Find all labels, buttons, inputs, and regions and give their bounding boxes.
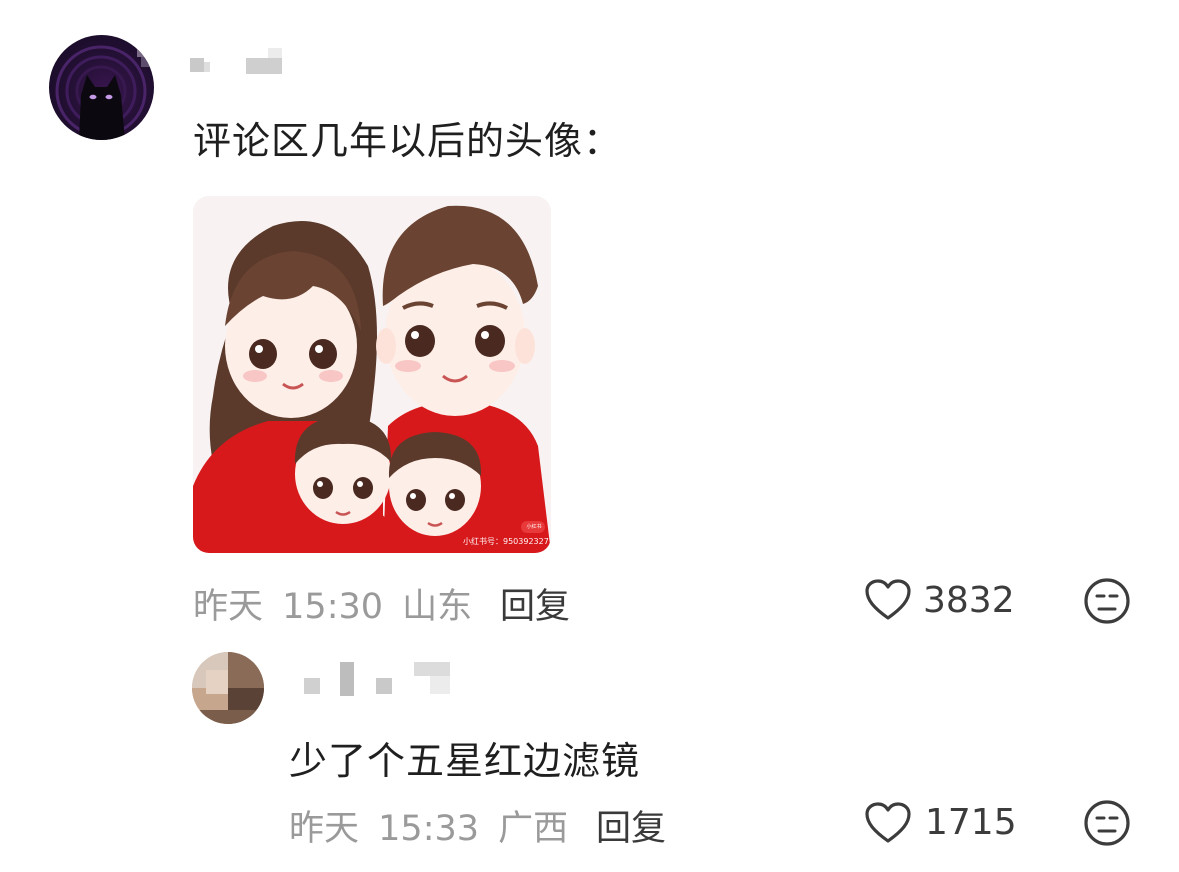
reply-date: 昨天 <box>289 809 360 849</box>
comment-text: 评论区几年以后的头像： <box>193 119 623 163</box>
reply-meta: 昨天 15:33 广西 <box>289 800 568 851</box>
blurred-photo-avatar <box>192 652 264 724</box>
like-button[interactable] <box>864 578 914 622</box>
reply-location: 广西 <box>498 809 569 849</box>
reply-time: 15:33 <box>378 809 480 849</box>
image-watermark: 小红书号：9503923273 <box>463 537 551 546</box>
heart-outline-icon <box>865 802 911 843</box>
comment-date: 昨天 <box>193 587 264 627</box>
reply-username-censored[interactable] <box>296 660 456 700</box>
comment-image[interactable]: 小红书 小红书号：9503923273 <box>193 196 551 553</box>
reply-to-reply-button[interactable]: 回复 <box>596 800 666 851</box>
reply-button[interactable]: 回复 <box>500 578 570 629</box>
username-censored[interactable] <box>186 48 286 78</box>
reply-like-count: 1715 <box>925 802 1017 843</box>
heart-outline-icon <box>865 579 911 620</box>
reply-like-button[interactable] <box>864 801 914 845</box>
meh-face-icon <box>1084 800 1130 846</box>
black-cat-avatar-icon <box>55 39 151 140</box>
reply-avatar[interactable] <box>192 652 264 724</box>
reply-text: 少了个五星红边滤镜 <box>289 739 641 783</box>
comment-meta: 昨天 15:30 山东 <box>193 578 472 629</box>
family-cartoon-illustration <box>193 196 551 553</box>
comment-location: 山东 <box>402 587 473 627</box>
avatar[interactable] <box>49 35 154 140</box>
comment-item-1: 评论区几年以后的头像： 小红书 小红书号：9503923273 昨天 15:30… <box>0 0 1179 640</box>
meh-face-icon <box>1084 578 1130 624</box>
reply-dislike-button[interactable] <box>1083 799 1131 847</box>
like-count: 3832 <box>923 580 1015 621</box>
image-badge: 小红书 <box>526 524 542 530</box>
comment-time: 15:30 <box>282 587 384 627</box>
dislike-button[interactable] <box>1083 577 1131 625</box>
